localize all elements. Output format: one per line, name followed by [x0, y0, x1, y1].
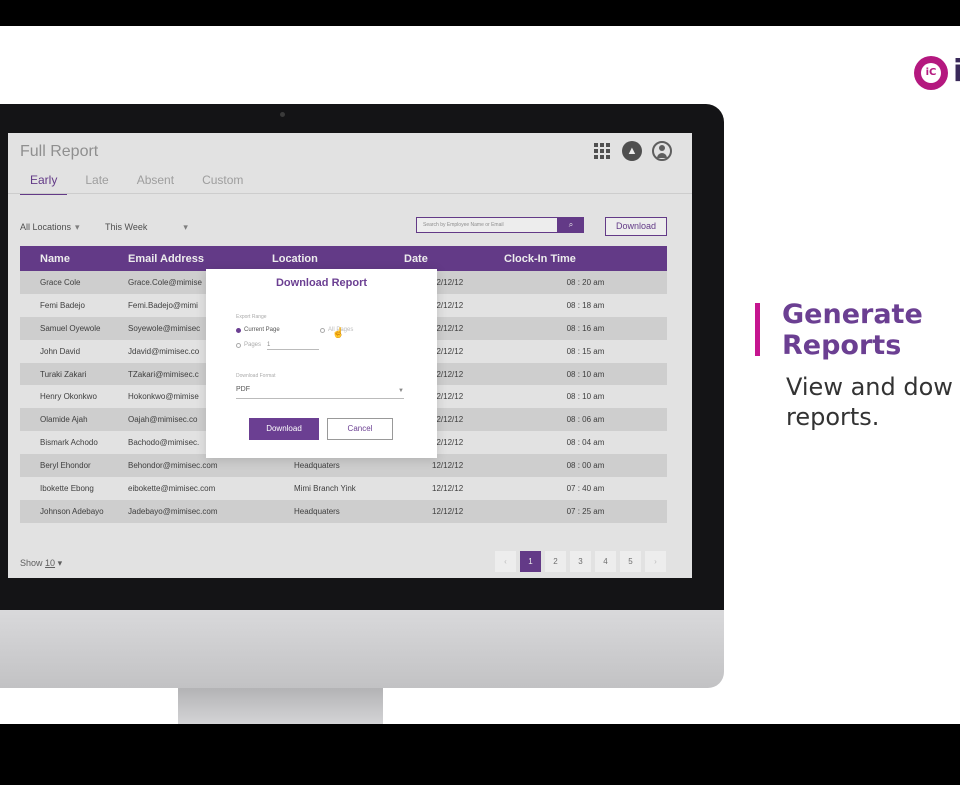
letterbox-bottom	[0, 724, 960, 785]
format-select[interactable]: PDF ▼	[236, 386, 404, 399]
download-format-label: Download Format	[236, 373, 276, 379]
radio-pages[interactable]: Pages 1	[236, 342, 270, 348]
monitor-stand	[178, 688, 383, 724]
modal-download-button[interactable]: Download	[249, 418, 319, 440]
app-screen: Full Report ▲ Early Late Absent Custom A…	[8, 133, 692, 578]
brand-logo-mark: iC	[921, 63, 941, 83]
export-range-label: Export Range	[236, 314, 267, 320]
download-report-modal: Download Report Export Range Current Pag…	[206, 269, 437, 458]
brand-logo: iC	[914, 56, 948, 90]
letterbox-top	[0, 0, 960, 26]
promo-title: Generate Reports	[782, 299, 923, 361]
radio-unselected-icon	[236, 342, 241, 348]
modal-cancel-button[interactable]: Cancel	[327, 418, 393, 440]
format-select-value: PDF	[236, 386, 250, 393]
radio-current-page[interactable]: Current Page	[236, 327, 280, 333]
radio-current-page-label: Current Page	[244, 327, 280, 333]
modal-title: Download Report	[275, 277, 368, 289]
cursor-hand-icon: ☝	[332, 328, 345, 339]
radio-unselected-icon	[320, 327, 325, 333]
pages-input[interactable]: 1	[267, 342, 270, 348]
monitor-chin	[0, 610, 724, 688]
pages-input-underline	[267, 349, 319, 350]
promo-description: View and dow reports.	[786, 373, 953, 431]
radio-selected-icon	[236, 327, 241, 333]
brand-name: i	[953, 54, 960, 89]
accent-bar	[755, 303, 760, 356]
radio-pages-label: Pages	[244, 342, 262, 348]
camera-icon	[280, 112, 285, 117]
chevron-down-icon: ▼	[398, 388, 404, 394]
